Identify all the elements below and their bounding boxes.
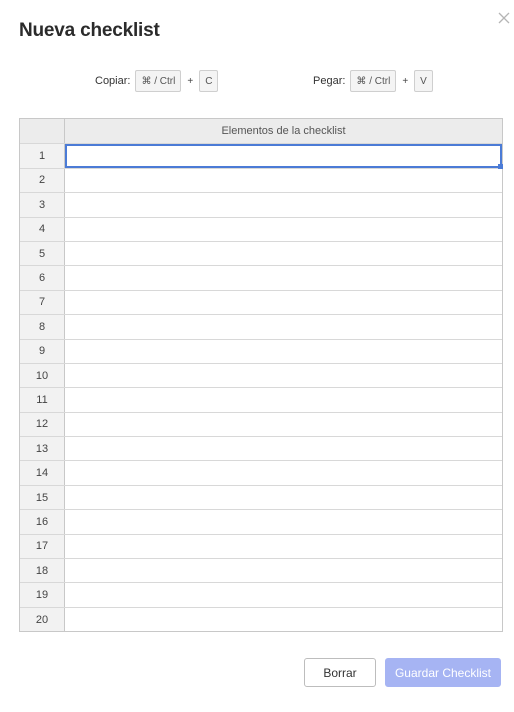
row-number[interactable]: 9 — [20, 339, 65, 363]
checklist-item-cell[interactable] — [65, 266, 502, 290]
paste-key: V — [414, 70, 433, 92]
checklist-item-cell[interactable] — [65, 437, 502, 461]
row-number[interactable]: 7 — [20, 290, 65, 315]
grid-row: 1 — [20, 143, 503, 170]
checklist-item-cell[interactable] — [65, 510, 502, 534]
row-number[interactable]: 1 — [20, 144, 65, 168]
row-number[interactable]: 17 — [20, 534, 65, 559]
checklist-item-cell[interactable] — [65, 217, 502, 241]
close-icon[interactable] — [497, 11, 511, 25]
row-number[interactable]: 8 — [20, 315, 65, 339]
checklist-grid: Elementos de la checklist 1 2 3 4 5 6 7 8 9 10 11 1… — [19, 118, 503, 633]
checklist-item-cell[interactable] — [65, 290, 502, 315]
checklist-item-cell[interactable] — [65, 461, 502, 485]
checklist-item-cell[interactable] — [65, 485, 502, 510]
checklist-item-cell[interactable] — [65, 412, 502, 437]
copy-key: C — [199, 70, 219, 92]
row-number[interactable]: 15 — [20, 485, 65, 510]
grid-row: 9 — [20, 338, 502, 363]
copy-modifier-key: ⌘ / Ctrl — [135, 70, 182, 92]
checklist-item-cell[interactable] — [65, 168, 502, 193]
row-number[interactable]: 2 — [20, 168, 65, 193]
row-number[interactable]: 18 — [20, 559, 65, 583]
save-checklist-button[interactable]: Guardar Checklist — [385, 658, 501, 687]
grid-row: 8 — [20, 314, 502, 339]
checklist-item-cell[interactable] — [65, 388, 502, 412]
grid-row: 14 — [20, 460, 502, 485]
checklist-item-cell[interactable] — [65, 607, 502, 632]
paste-shortcut-hint: Pegar: ⌘ / Ctrl + V — [313, 70, 433, 92]
row-number[interactable]: 13 — [20, 437, 65, 461]
copy-plus: + — [187, 75, 194, 87]
checklist-item-cell[interactable] — [65, 559, 502, 583]
column-header[interactable]: Elementos de la checklist — [65, 119, 502, 144]
checklist-item-cell[interactable] — [65, 363, 502, 388]
row-number[interactable]: 20 — [20, 607, 65, 632]
row-number[interactable]: 16 — [20, 510, 65, 534]
row-number[interactable]: 14 — [20, 461, 65, 485]
grid-row: 13 — [20, 436, 502, 461]
checklist-item-cell[interactable] — [65, 339, 502, 363]
dialog-title: Nueva checklist — [19, 20, 160, 41]
grid-row: 10 — [20, 362, 502, 388]
paste-modifier-key: ⌘ / Ctrl — [350, 70, 397, 92]
checklist-item-cell[interactable] — [65, 241, 502, 266]
grid-row: 6 — [20, 265, 502, 290]
row-number[interactable]: 3 — [20, 193, 65, 217]
paste-plus: + — [402, 75, 409, 87]
row-number[interactable]: 12 — [20, 412, 65, 437]
grid-row: 20 — [20, 606, 502, 632]
row-number[interactable]: 5 — [20, 241, 65, 266]
grid-row: 19 — [20, 582, 502, 607]
grid-row: 16 — [20, 509, 502, 534]
copy-shortcut-hint: Copiar: ⌘ / Ctrl + C — [95, 70, 219, 92]
grid-row: 2 — [20, 167, 502, 193]
row-number[interactable]: 10 — [20, 363, 65, 388]
grid-row: 12 — [20, 411, 502, 437]
checklist-item-cell[interactable] — [65, 315, 502, 339]
grid-row: 7 — [20, 289, 502, 315]
row-number[interactable]: 4 — [20, 217, 65, 241]
row-number[interactable]: 11 — [20, 388, 65, 412]
grid-row: 15 — [20, 484, 502, 510]
paste-label: Pegar: — [313, 75, 346, 87]
row-number[interactable]: 19 — [20, 583, 65, 607]
grid-row: 4 — [20, 216, 502, 241]
checklist-item-cell[interactable] — [65, 144, 503, 170]
grid-row: 3 — [20, 192, 502, 217]
grid-header-row: Elementos de la checklist — [20, 119, 502, 144]
grid-row: 5 — [20, 240, 502, 266]
grid-row: 17 — [20, 533, 502, 559]
checklist-item-cell[interactable] — [65, 534, 502, 559]
checklist-item-cell[interactable] — [65, 193, 502, 217]
row-number[interactable]: 6 — [20, 266, 65, 290]
checklist-item-cell[interactable] — [65, 583, 502, 607]
grid-row: 18 — [20, 558, 502, 583]
grid-corner — [20, 119, 65, 144]
grid-row: 11 — [20, 387, 502, 412]
clear-button[interactable]: Borrar — [304, 658, 376, 687]
copy-label: Copiar: — [95, 75, 131, 87]
